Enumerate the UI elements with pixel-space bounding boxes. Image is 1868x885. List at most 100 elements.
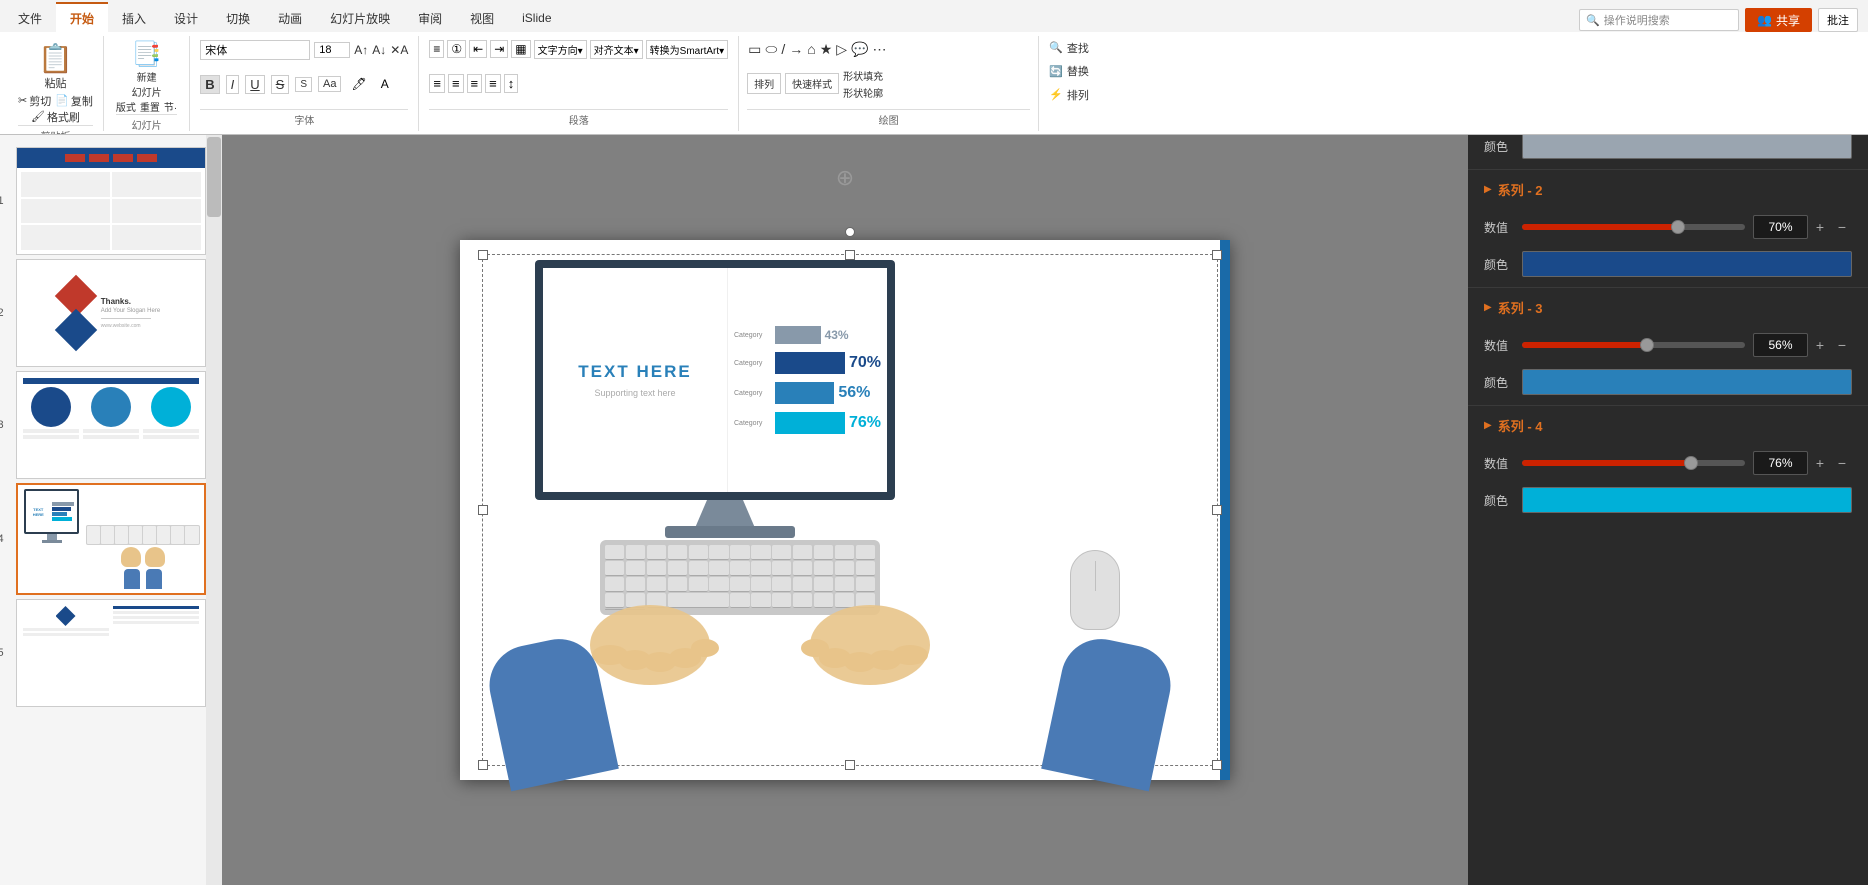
search-box[interactable]: 🔍 操作说明搜索 xyxy=(1579,9,1739,31)
align-left-btn[interactable]: ≡ xyxy=(429,74,445,93)
series-3-color-swatch[interactable] xyxy=(1522,369,1852,395)
handle-bc[interactable] xyxy=(845,760,855,770)
shape-fill-button[interactable]: 形状填充 xyxy=(843,68,883,83)
underline-button[interactable]: U xyxy=(245,75,264,94)
bullet-button[interactable]: ≡ xyxy=(429,40,444,58)
justify-btn[interactable]: ≡ xyxy=(485,74,501,93)
slide-thumb-3[interactable]: 3 xyxy=(16,371,206,479)
search-icon: 🔍 xyxy=(1586,14,1600,27)
tab-review[interactable]: 审阅 xyxy=(404,4,456,32)
tab-start[interactable]: 开始 xyxy=(56,2,108,32)
shape-line[interactable]: / xyxy=(780,40,786,59)
text-dir-btn[interactable]: 文字方向▾ xyxy=(534,40,587,59)
sort-button[interactable]: ⚡ 排列 xyxy=(1049,87,1089,103)
shape-rect[interactable]: ▭ xyxy=(747,40,762,59)
comment-button[interactable]: 批注 xyxy=(1818,8,1858,32)
convert-smartart-btn[interactable]: 转换为SmartArt▾ xyxy=(646,40,728,59)
italic-button[interactable]: I xyxy=(226,75,240,94)
series-2-plus-btn[interactable]: + xyxy=(1810,217,1830,237)
font-color-button[interactable]: A xyxy=(377,76,393,92)
series-1-color-swatch[interactable] xyxy=(1522,133,1852,159)
find-button[interactable]: 🔍 查找 xyxy=(1049,40,1089,56)
search-text: 操作说明搜索 xyxy=(1604,12,1670,28)
slide-canvas[interactable]: TEXT HERE Supporting text here Category … xyxy=(460,240,1230,780)
shape-outline-button[interactable]: 形状轮廓 xyxy=(843,85,883,100)
tab-insert[interactable]: 插入 xyxy=(108,4,160,32)
tab-slideshow[interactable]: 幻灯片放映 xyxy=(316,4,404,32)
font-size-increase-btn[interactable]: A↑ xyxy=(354,43,368,57)
handle-tc[interactable] xyxy=(845,250,855,260)
series-3-slider-thumb[interactable] xyxy=(1640,338,1654,352)
indent-inc-btn[interactable]: ⇥ xyxy=(490,40,508,58)
share-button[interactable]: 👥 共享 xyxy=(1745,8,1812,32)
align-center-btn[interactable]: ≡ xyxy=(448,74,464,93)
indent-dec-btn[interactable]: ⇤ xyxy=(469,40,487,58)
series-2-slider[interactable] xyxy=(1522,224,1745,230)
replace-button[interactable]: 🔄 替换 xyxy=(1049,63,1089,79)
tab-animations[interactable]: 动画 xyxy=(264,4,316,32)
clear-format-btn[interactable]: ✕A xyxy=(390,43,408,57)
shape-callout[interactable]: 💬 xyxy=(850,40,869,59)
series-4-slider-thumb[interactable] xyxy=(1684,456,1698,470)
series-3-header[interactable]: ▶ 系列 - 3 xyxy=(1468,288,1868,327)
shadow-button[interactable]: S xyxy=(295,77,312,92)
number-button[interactable]: ① xyxy=(447,40,466,58)
shape-oval[interactable]: ⬭ xyxy=(764,40,778,59)
arrange-button[interactable]: 排列 xyxy=(747,73,781,94)
slide-thumb-2[interactable]: 2 Thanks. Add Your Slogan Here www.websi… xyxy=(16,259,206,367)
series-3-plus-btn[interactable]: + xyxy=(1810,335,1830,355)
quick-styles-button[interactable]: 快速样式 xyxy=(785,73,839,94)
copy-button[interactable]: 📄 复制 xyxy=(55,93,93,109)
font-size-decrease-btn[interactable]: A↓ xyxy=(372,43,386,57)
new-slide-button[interactable]: 📑 新建幻灯片 xyxy=(132,40,162,99)
slide-thumb-5[interactable]: 5 xyxy=(16,599,206,707)
reset-button[interactable]: 重置 xyxy=(140,99,160,114)
cut-button[interactable]: ✂ 剪切 xyxy=(18,93,51,109)
series-2-minus-btn[interactable]: − xyxy=(1832,217,1852,237)
font-size-select[interactable]: 18 xyxy=(314,42,350,58)
shape-process[interactable]: ▷ xyxy=(835,40,848,59)
strikethrough-button[interactable]: S xyxy=(271,75,290,94)
series-3-minus-btn[interactable]: − xyxy=(1832,335,1852,355)
series-2-slider-thumb[interactable] xyxy=(1671,220,1685,234)
tab-view[interactable]: 视图 xyxy=(456,4,508,32)
series-4-slider[interactable] xyxy=(1522,460,1745,466)
handle-rot[interactable] xyxy=(845,227,855,237)
align-right-btn[interactable]: ≡ xyxy=(467,74,483,93)
shape-star[interactable]: ★ xyxy=(819,40,834,59)
scroll-thumb[interactable] xyxy=(207,137,221,217)
highlight-button[interactable]: 🖊 xyxy=(347,76,370,92)
shape-arrow[interactable]: → xyxy=(788,40,804,59)
handle-tl[interactable] xyxy=(478,250,488,260)
slide-panel-scrollbar[interactable] xyxy=(206,135,222,885)
tab-file[interactable]: 文件 xyxy=(4,4,56,32)
handle-bl[interactable] xyxy=(478,760,488,770)
shape-more[interactable]: ⌂ xyxy=(806,40,816,59)
shape-more2[interactable]: ⋯ xyxy=(871,40,887,59)
series-4-color-swatch[interactable] xyxy=(1522,487,1852,513)
handle-ml[interactable] xyxy=(478,505,488,515)
tab-transitions[interactable]: 切换 xyxy=(212,4,264,32)
paste-button[interactable]: 📋 粘贴 xyxy=(32,40,79,93)
tab-islide[interactable]: iSlide xyxy=(508,4,565,32)
slide-thumb-4[interactable]: 4 TEXTHERE xyxy=(16,483,206,595)
line-spacing-btn[interactable]: ↕ xyxy=(504,74,519,93)
font-name-select[interactable]: 宋体 xyxy=(200,40,310,60)
chart-row-3: Category 56% xyxy=(734,380,881,406)
chart-bar-2 xyxy=(775,352,845,374)
bold-button[interactable]: B xyxy=(200,75,219,94)
layout-button[interactable]: 版式 xyxy=(116,99,136,114)
font-size-aa[interactable]: Aa xyxy=(318,76,341,92)
series-2-color-swatch[interactable] xyxy=(1522,251,1852,277)
series-4-plus-btn[interactable]: + xyxy=(1810,453,1830,473)
slide-thumb-1[interactable]: 1 xyxy=(16,147,206,255)
align-text-btn[interactable]: 对齐文本▾ xyxy=(590,40,643,59)
section-button[interactable]: 节· xyxy=(164,99,177,114)
col-layout-btn[interactable]: ▦ xyxy=(511,40,530,58)
series-2-header[interactable]: ▶ 系列 - 2 xyxy=(1468,170,1868,209)
series-3-slider[interactable] xyxy=(1522,342,1745,348)
series-4-header[interactable]: ▶ 系列 - 4 xyxy=(1468,406,1868,445)
series-4-minus-btn[interactable]: − xyxy=(1832,453,1852,473)
tab-design[interactable]: 设计 xyxy=(160,4,212,32)
format-copy-button[interactable]: 🖌 格式刷 xyxy=(31,109,80,125)
